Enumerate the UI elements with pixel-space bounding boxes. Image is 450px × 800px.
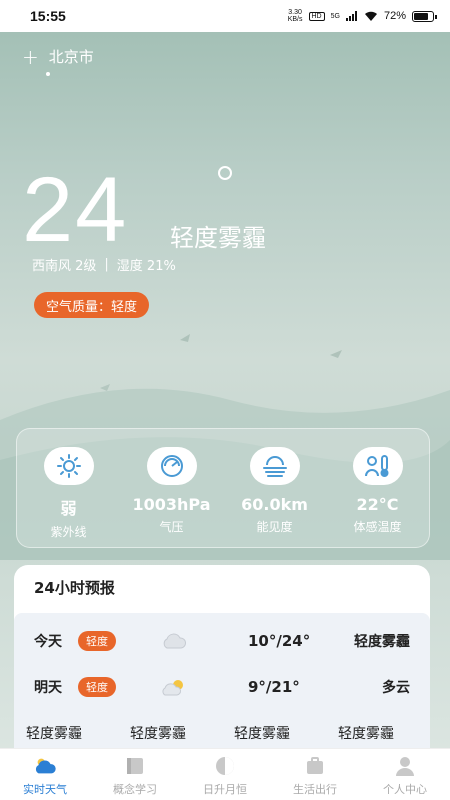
status-time: 15:55 (30, 8, 66, 24)
day-name: 今天 (34, 634, 62, 650)
metric-value: 22°C (356, 495, 399, 514)
metric-value: 60.0km (241, 495, 308, 514)
tab-label: 个人中心 (383, 783, 427, 796)
wind-text: 西南风 2级 (32, 259, 97, 274)
hourly-condition: 轻度雾霾 (234, 726, 290, 742)
separator: | (104, 257, 109, 272)
briefcase-icon (303, 755, 327, 777)
humidity-text: 湿度 21% (116, 259, 176, 274)
day-condition: 多云 (382, 680, 410, 696)
wifi-icon (364, 11, 377, 21)
metric-label: 体感温度 (353, 520, 402, 534)
wind-humidity-row: 西南风 2级 | 湿度 21% (32, 255, 176, 274)
tab-concept-learning[interactable]: 概念学习 (90, 755, 180, 797)
city-header[interactable]: + 北京市 (22, 46, 94, 67)
hourly-condition: 轻度雾霾 (130, 726, 186, 742)
current-condition: 轻度雾霾 (170, 224, 266, 252)
book-icon (123, 755, 147, 777)
day-temperature: 10°/24° (248, 632, 311, 650)
sun-moon-icon (213, 755, 237, 777)
tab-label: 生活出行 (293, 783, 337, 796)
forecast-day-row[interactable]: 今天 轻度 10°/24° 轻度雾霾 (14, 623, 430, 659)
status-bar: 15:55 3.30 KB/s HD 5G 72% (0, 0, 450, 32)
fog-icon (249, 447, 300, 485)
cell-signal-icon (345, 11, 357, 21)
forecast-title: 24小时预报 (34, 579, 115, 597)
air-quality-badge[interactable]: 空气质量：轻度 (34, 292, 150, 318)
bottom-tab-bar: 实时天气 概念学习 日升月恒 生活出行 个人中心 (0, 748, 450, 800)
metric-pressure: 1003hPa 气压 (127, 447, 217, 535)
gauge-icon (146, 447, 197, 485)
aqi-badge: 轻度 (78, 677, 116, 697)
aqi-badge: 轻度 (78, 631, 116, 651)
hourly-condition: 轻度雾霾 (338, 726, 394, 742)
hourly-condition: 轻度雾霾 (26, 726, 82, 742)
tab-life-travel[interactable]: 生活出行 (270, 755, 360, 797)
forecast-day-row[interactable]: 明天 轻度 9°/21° 多云 (14, 669, 430, 705)
thermometer-person-icon (352, 447, 403, 485)
sun-icon (43, 447, 94, 485)
tab-personal-center[interactable]: 个人中心 (360, 755, 450, 797)
network-speed: 3.30 KB/s (287, 9, 303, 23)
metric-feels-like: 22°C 体感温度 (333, 447, 423, 535)
tab-label: 日升月恒 (203, 783, 247, 796)
metric-value: 弱 (60, 499, 77, 518)
metric-value: 1003hPa (132, 495, 211, 514)
degree-symbol (218, 166, 232, 180)
day-condition: 轻度雾霾 (354, 634, 410, 650)
signal-5g-icon: 5G (330, 12, 340, 20)
tab-label: 实时天气 (23, 783, 67, 796)
metric-label: 能见度 (256, 520, 293, 534)
weather-icon (33, 755, 57, 777)
status-indicators: 3.30 KB/s HD 5G 72% (287, 9, 437, 23)
day-temperature: 9°/21° (248, 678, 300, 696)
partly-cloudy-icon (162, 680, 183, 696)
current-temperature: 24 (22, 159, 129, 261)
user-icon (393, 755, 417, 777)
add-city-icon[interactable]: + (22, 47, 39, 67)
metric-visibility: 60.0km 能见度 (230, 447, 320, 535)
tab-label: 概念学习 (113, 783, 157, 796)
metric-uv: 弱 紫外线 (24, 447, 114, 540)
city-name[interactable]: 北京市 (49, 46, 94, 67)
day-name: 明天 (34, 680, 62, 696)
hd-icon: HD (308, 11, 325, 21)
tab-realtime-weather[interactable]: 实时天气 (0, 755, 90, 797)
metrics-card: 弱 紫外线 1003hPa 气压 60.0km 能见度 22°C 体感温度 (16, 428, 430, 548)
metric-label: 气压 (159, 520, 184, 534)
battery-icon (412, 10, 437, 22)
tab-sun-moon[interactable]: 日升月恒 (180, 755, 270, 797)
battery-percent: 72% (383, 10, 406, 22)
forecast-card: 24小时预报 今天 轻度 10°/24° 轻度雾霾 明天 轻度 9°/21° 多… (14, 565, 430, 765)
page-indicator-dot (46, 72, 50, 76)
cloud-icon (163, 633, 187, 649)
metric-label: 紫外线 (50, 525, 87, 539)
